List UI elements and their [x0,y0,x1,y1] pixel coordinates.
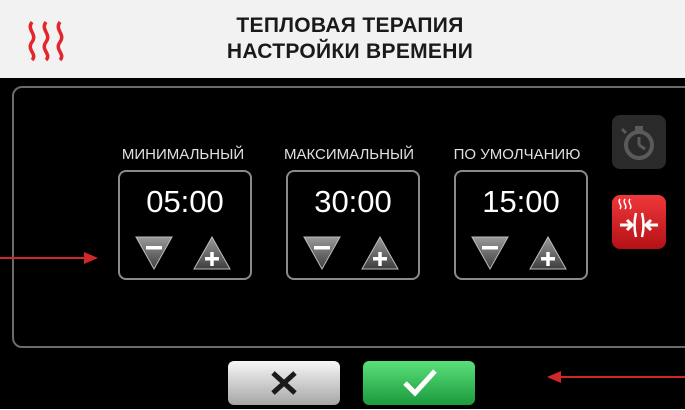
timer-button[interactable] [612,115,666,169]
checkmark-icon [403,369,437,397]
min-increase-button[interactable] [192,234,232,272]
min-time-value: 05:00 [146,184,224,219]
right-annotation-arrow [547,371,685,383]
max-time-box: 30:00 [286,170,420,280]
confirm-button[interactable] [363,361,475,405]
heat-waves-icon [28,20,64,62]
default-increase-button[interactable] [528,234,568,272]
default-time-label: ПО УМОЛЧАНИЮ [453,146,581,163]
cancel-button[interactable] [228,361,340,405]
min-time-box: 05:00 [118,170,252,280]
max-time-value: 30:00 [314,184,392,219]
max-decrease-button[interactable] [302,234,342,272]
heat-return-icon [618,198,658,238]
header-bar: ТЕПЛОВАЯ ТЕРАПИЯ НАСТРОЙКИ ВРЕМЕНИ [0,0,685,78]
min-time-label: МИНИМАЛЬНЫЙ [121,146,245,163]
page-title-line1: ТЕПЛОВАЯ ТЕРАПИЯ [236,14,464,37]
min-decrease-button[interactable] [134,234,174,272]
close-icon [271,371,297,395]
default-decrease-button[interactable] [470,234,510,272]
default-time-value: 15:00 [482,184,560,219]
left-annotation-arrow [0,252,98,264]
max-increase-button[interactable] [360,234,400,272]
stopwatch-icon [620,126,654,160]
heat-return-button[interactable] [612,195,666,249]
default-time-box: 15:00 [454,170,588,280]
max-time-label: МАКСИМАЛЬНЫЙ [283,146,415,163]
page-title-line2: НАСТРОЙКИ ВРЕМЕНИ [226,40,474,63]
